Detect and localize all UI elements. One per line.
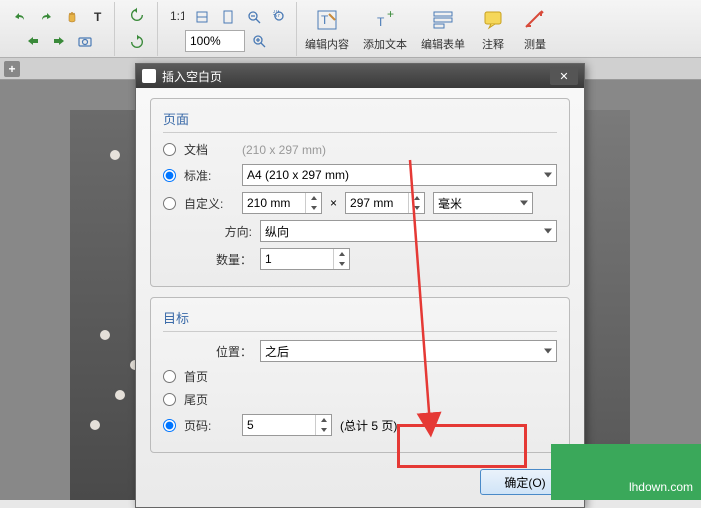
watermark-text: lhdown.com — [629, 480, 693, 494]
forward-icon[interactable] — [47, 29, 71, 53]
rotate-group — [117, 2, 158, 56]
custom-radio-label: 自定义: — [184, 195, 234, 212]
hand-tool-icon[interactable] — [60, 5, 84, 29]
first-page-radio[interactable] — [163, 370, 176, 383]
redo-icon[interactable] — [34, 5, 58, 29]
fit-width-icon[interactable] — [190, 5, 214, 29]
rotate-ccw-icon[interactable] — [121, 2, 153, 29]
annotate-button[interactable]: 注释 — [473, 4, 513, 54]
document-radio-label: 文档 — [184, 141, 234, 158]
actual-size-icon[interactable]: 1:1 — [164, 5, 188, 29]
count-spinner[interactable]: 1 — [260, 248, 350, 270]
undo-icon[interactable] — [8, 5, 32, 29]
edit-content-button[interactable]: T 编辑内容 — [299, 4, 355, 54]
total-pages-hint: (总计 5 页) — [340, 417, 397, 434]
page-number-label: 页码: — [184, 417, 234, 434]
dialog-footer: 确定(O) — [150, 463, 570, 497]
count-value: 1 — [265, 252, 272, 266]
main-toolbar: T 1:1 T 编辑内容 T+ 添加文本 编辑表单 — [0, 0, 701, 58]
watermark: lhdown.com — [551, 444, 701, 500]
measure-label: 测量 — [524, 36, 546, 52]
annotation-highlight-box — [397, 424, 527, 468]
svg-text:1:1: 1:1 — [170, 9, 184, 23]
unit-combo[interactable]: 毫米 — [433, 192, 533, 214]
times-label: × — [330, 196, 337, 210]
position-value: 之后 — [265, 343, 289, 360]
zoom-in-icon[interactable] — [247, 29, 271, 53]
height-spinner[interactable]: 297 mm — [345, 192, 425, 214]
height-value: 297 mm — [350, 196, 393, 210]
orientation-combo[interactable]: 纵向 — [260, 220, 557, 242]
back-icon[interactable] — [21, 29, 45, 53]
standard-radio[interactable] — [163, 169, 176, 182]
position-label: 位置： — [192, 343, 252, 360]
dialog-titlebar: 插入空白页 ✕ — [136, 64, 584, 88]
svg-text:T: T — [94, 10, 102, 24]
document-size-hint: (210 x 297 mm) — [242, 143, 326, 157]
close-icon[interactable]: ✕ — [550, 67, 578, 85]
page-number-value: 5 — [247, 418, 254, 432]
zoom-group: 1:1 — [160, 2, 297, 56]
dialog-title: 插入空白页 — [162, 68, 222, 85]
add-text-label: 添加文本 — [363, 36, 407, 52]
page-number-spinner[interactable]: 5 — [242, 414, 332, 436]
annotate-label: 注释 — [482, 36, 504, 52]
measure-button[interactable]: 测量 — [515, 4, 555, 54]
orientation-value: 纵向 — [265, 223, 289, 240]
nav-group: T — [4, 2, 115, 56]
last-page-radio[interactable] — [163, 393, 176, 406]
add-text-button[interactable]: T+ 添加文本 — [357, 4, 413, 54]
edit-form-label: 编辑表单 — [421, 36, 465, 52]
standard-size-combo[interactable]: A4 (210 x 297 mm) — [242, 164, 557, 186]
snapshot-icon[interactable] — [73, 29, 97, 53]
unit-value: 毫米 — [438, 195, 462, 212]
standard-radio-label: 标准: — [184, 167, 234, 184]
width-value: 210 mm — [247, 196, 290, 210]
edit-content-label: 编辑内容 — [305, 36, 349, 52]
first-page-label: 首页 — [184, 368, 234, 385]
orientation-label: 方向: — [192, 223, 252, 240]
text-select-icon[interactable]: T — [86, 5, 110, 29]
count-label: 数量： — [192, 251, 252, 268]
ok-button-label: 确定(O) — [504, 474, 545, 491]
add-tab-button[interactable]: + — [4, 61, 20, 77]
zoom-out-icon[interactable] — [242, 5, 266, 29]
page-fieldset: 页面 文档 (210 x 297 mm) 标准: A4 (210 x 297 m… — [150, 98, 570, 287]
width-spinner[interactable]: 210 mm — [242, 192, 322, 214]
dialog-icon — [142, 69, 156, 83]
document-radio[interactable] — [163, 143, 176, 156]
position-combo[interactable]: 之后 — [260, 340, 557, 362]
page-number-radio[interactable] — [163, 419, 176, 432]
standard-size-value: A4 (210 x 297 mm) — [247, 168, 349, 182]
custom-radio[interactable] — [163, 197, 176, 210]
target-section-title: 目标 — [163, 308, 557, 332]
zoom-input[interactable] — [185, 30, 245, 52]
svg-text:T: T — [377, 15, 385, 29]
fit-page-icon[interactable] — [216, 5, 240, 29]
zoom-marquee-icon[interactable] — [268, 5, 292, 29]
last-page-label: 尾页 — [184, 391, 234, 408]
page-section-title: 页面 — [163, 109, 557, 133]
svg-text:T: T — [321, 13, 329, 27]
svg-text:+: + — [387, 8, 394, 21]
rotate-cw-icon[interactable] — [121, 29, 153, 56]
edit-form-button[interactable]: 编辑表单 — [415, 4, 471, 54]
